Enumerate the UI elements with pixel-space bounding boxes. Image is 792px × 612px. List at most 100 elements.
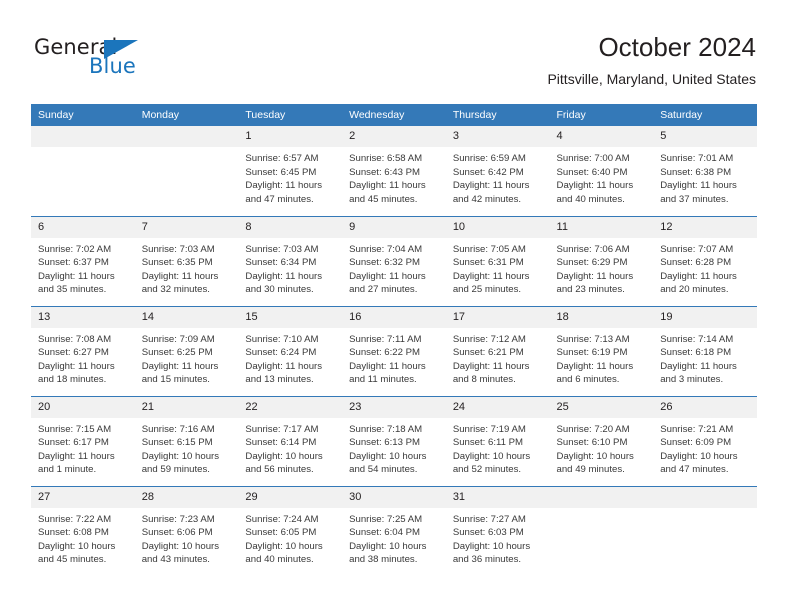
- day-number: 31: [445, 486, 550, 508]
- day-sunset-text: Sunset: 6:03 PM: [452, 527, 524, 539]
- calendar-day-cell[interactable]: 3 Sunrise: 6:59 AM Sunset: 6:42 PM Daylight…: [445, 126, 550, 216]
- day-number: 25: [549, 396, 654, 418]
- day-number: [31, 126, 135, 147]
- day-sunset-text: Sunset: 6:15 PM: [141, 437, 213, 449]
- calendar-day-cell[interactable]: 17 Sunrise: 7:12 AM Sunset: 6:21 PM Dayligh…: [445, 305, 550, 396]
- calendar-day-cell[interactable]: 8 Sunrise: 7:03 AM Sunset: 6:34 PM Daylight…: [238, 215, 343, 306]
- day-number: 20: [31, 396, 135, 418]
- calendar-table: Sunday Monday Tuesday Wednesday Thursday…: [31, 104, 757, 576]
- calendar-day-cell[interactable]: 1 Sunrise: 6:57 AM Sunset: 6:45 PM Daylight…: [238, 126, 343, 216]
- day-sunrise-text: Sunrise: 6:57 AM: [245, 153, 319, 164]
- day-daylight-text: and 3 minutes.: [660, 374, 724, 386]
- day-sunset-text: Sunset: 6:42 PM: [452, 166, 524, 178]
- location-subtitle: Pittsville, Maryland, United States: [547, 71, 756, 87]
- day-sunrise-text: Sunrise: 7:16 AM: [141, 423, 215, 435]
- calendar-day-cell[interactable]: 9 Sunrise: 7:04 AM Sunset: 6:32 PM Daylight…: [342, 215, 446, 306]
- day-number: [653, 486, 757, 508]
- day-sunrise-text: Sunrise: 7:13 AM: [556, 333, 630, 345]
- day-sunset-text: Sunset: 6:40 PM: [556, 166, 628, 178]
- calendar-day-cell[interactable]: 18 Sunrise: 7:13 AM Sunset: 6:19 PM Dayligh…: [549, 305, 654, 396]
- calendar-day-cell-empty: [31, 126, 135, 216]
- calendar-day-cell[interactable]: 6 Sunrise: 7:02 AM Sunset: 6:37 PM Daylight…: [31, 215, 135, 306]
- day-daylight-text: and 45 minutes.: [38, 554, 107, 566]
- day-number: 7: [134, 216, 239, 238]
- day-daylight-text: and 32 minutes.: [141, 284, 210, 296]
- day-daylight-text: Daylight: 11 hours: [349, 180, 426, 192]
- calendar-day-cell[interactable]: 12 Sunrise: 7:07 AM Sunset: 6:28 PM Dayligh…: [653, 215, 757, 306]
- day-sun-info: Sunrise: 7:14 AM Sunset: 6:18 PM Daylight:…: [653, 328, 757, 387]
- day-number: 24: [445, 396, 550, 418]
- calendar-day-cell[interactable]: 7 Sunrise: 7:03 AM Sunset: 6:35 PM Daylight…: [134, 215, 239, 306]
- calendar-day-cell[interactable]: 14 Sunrise: 7:09 AM Sunset: 6:25 PM Dayligh…: [134, 305, 239, 396]
- calendar-day-cell[interactable]: 26 Sunrise: 7:21 AM Sunset: 6:09 PM Dayligh…: [653, 395, 757, 486]
- calendar-day-cell[interactable]: 15 Sunrise: 7:10 AM Sunset: 6:24 PM Dayligh…: [238, 305, 343, 396]
- calendar-day-cell[interactable]: 2 Sunrise: 6:58 AM Sunset: 6:43 PM Daylight…: [342, 126, 446, 216]
- day-sunrise-text: Sunrise: 7:02 AM: [38, 243, 112, 255]
- day-daylight-text: Daylight: 10 hours: [141, 450, 220, 462]
- calendar-day-cell-empty: [134, 126, 239, 216]
- calendar-day-cell[interactable]: 30 Sunrise: 7:25 AM Sunset: 6:04 PM Dayligh…: [342, 485, 446, 576]
- calendar-day-cell-empty: [653, 485, 757, 576]
- calendar-day-cell[interactable]: 24 Sunrise: 7:19 AM Sunset: 6:11 PM Dayligh…: [445, 395, 550, 486]
- calendar-day-cell[interactable]: 19 Sunrise: 7:14 AM Sunset: 6:18 PM Dayligh…: [653, 305, 757, 396]
- day-sun-info: Sunrise: 6:57 AM Sunset: 6:45 PM Daylight:…: [238, 147, 342, 206]
- calendar-day-cell[interactable]: 28 Sunrise: 7:23 AM Sunset: 6:06 PM Dayligh…: [134, 485, 239, 576]
- day-sunset-text: Sunset: 6:28 PM: [660, 257, 732, 269]
- day-daylight-text: and 8 minutes.: [452, 374, 516, 386]
- day-sun-info: Sunrise: 7:25 AM Sunset: 6:04 PM Daylight:…: [342, 508, 446, 567]
- general-blue-logo[interactable]: General Blue: [34, 36, 204, 84]
- day-number: 11: [549, 216, 654, 238]
- day-number: 19: [653, 306, 757, 328]
- calendar-day-cell[interactable]: 22 Sunrise: 7:17 AM Sunset: 6:14 PM Dayligh…: [238, 395, 343, 486]
- day-sun-info: Sunrise: 7:27 AM Sunset: 6:03 PM Daylight:…: [446, 508, 550, 567]
- day-sunrise-text: Sunrise: 7:07 AM: [660, 243, 734, 255]
- day-sun-info: Sunrise: 7:20 AM Sunset: 6:10 PM Daylight:…: [550, 418, 654, 477]
- day-number: 13: [31, 306, 135, 328]
- calendar-day-cell[interactable]: 31 Sunrise: 7:27 AM Sunset: 6:03 PM Dayligh…: [445, 485, 550, 576]
- day-daylight-text: and 6 minutes.: [556, 374, 620, 386]
- calendar-day-cell[interactable]: 11 Sunrise: 7:06 AM Sunset: 6:29 PM Dayligh…: [549, 215, 654, 306]
- day-number: 4: [549, 126, 654, 147]
- day-sunset-text: Sunset: 6:31 PM: [452, 257, 524, 269]
- calendar-day-cell[interactable]: 4 Sunrise: 7:00 AM Sunset: 6:40 PM Daylight…: [549, 126, 654, 216]
- calendar-day-cell[interactable]: 27 Sunrise: 7:22 AM Sunset: 6:08 PM Dayligh…: [31, 485, 135, 576]
- calendar-week-row: 1 Sunrise: 6:57 AM Sunset: 6:45 PM Daylight…: [31, 126, 757, 216]
- calendar-day-cell[interactable]: 13 Sunrise: 7:08 AM Sunset: 6:27 PM Dayligh…: [31, 305, 135, 396]
- day-number: 30: [342, 486, 446, 508]
- calendar-day-cell[interactable]: 29 Sunrise: 7:24 AM Sunset: 6:05 PM Dayligh…: [238, 485, 343, 576]
- calendar-day-cell[interactable]: 5 Sunrise: 7:01 AM Sunset: 6:38 PM Daylight…: [653, 126, 757, 216]
- day-sunrise-text: Sunrise: 7:06 AM: [556, 243, 630, 255]
- day-sunset-text: Sunset: 6:35 PM: [141, 257, 213, 269]
- calendar-day-cell[interactable]: 16 Sunrise: 7:11 AM Sunset: 6:22 PM Dayligh…: [342, 305, 446, 396]
- day-sunrise-text: Sunrise: 7:27 AM: [452, 513, 526, 525]
- day-daylight-text: and 13 minutes.: [245, 374, 314, 386]
- day-daylight-text: and 38 minutes.: [349, 554, 418, 566]
- day-sun-info: Sunrise: 6:59 AM Sunset: 6:42 PM Daylight:…: [446, 147, 550, 206]
- day-sun-info: Sunrise: 7:24 AM Sunset: 6:05 PM Daylight:…: [238, 508, 342, 567]
- day-sunrise-text: Sunrise: 7:19 AM: [452, 423, 526, 435]
- day-sunrise-text: Sunrise: 6:59 AM: [452, 153, 526, 164]
- calendar-day-cell[interactable]: 25 Sunrise: 7:20 AM Sunset: 6:10 PM Dayligh…: [549, 395, 654, 486]
- day-sunrise-text: Sunrise: 7:14 AM: [660, 333, 734, 345]
- day-daylight-text: and 40 minutes.: [245, 554, 314, 566]
- day-sunrise-text: Sunrise: 7:08 AM: [38, 333, 112, 345]
- day-sun-info: Sunrise: 7:17 AM Sunset: 6:14 PM Daylight:…: [238, 418, 342, 477]
- day-daylight-text: Daylight: 10 hours: [245, 540, 323, 552]
- day-sunrise-text: Sunrise: 7:05 AM: [452, 243, 526, 255]
- day-sun-info: Sunrise: 7:03 AM Sunset: 6:35 PM Daylight:…: [135, 238, 239, 297]
- day-sunset-text: Sunset: 6:38 PM: [660, 166, 732, 178]
- day-daylight-text: and 18 minutes.: [38, 374, 107, 386]
- day-daylight-text: Daylight: 11 hours: [452, 270, 530, 282]
- calendar-day-cell[interactable]: 20 Sunrise: 7:15 AM Sunset: 6:17 PM Dayligh…: [31, 395, 135, 486]
- calendar-week-row: 27 Sunrise: 7:22 AM Sunset: 6:08 PM Dayligh…: [31, 485, 757, 576]
- day-sunrise-text: Sunrise: 7:09 AM: [141, 333, 215, 345]
- day-sunset-text: Sunset: 6:06 PM: [141, 527, 213, 539]
- page-title: October 2024: [598, 32, 756, 62]
- day-daylight-text: Daylight: 11 hours: [38, 450, 115, 462]
- day-sun-info: Sunrise: 7:07 AM Sunset: 6:28 PM Daylight:…: [653, 238, 757, 297]
- day-sun-info: Sunrise: 7:12 AM Sunset: 6:21 PM Daylight:…: [446, 328, 550, 387]
- calendar-page: General Blue October 2024 Pittsville, Ma…: [0, 0, 792, 612]
- calendar-day-cell[interactable]: 23 Sunrise: 7:18 AM Sunset: 6:13 PM Dayligh…: [342, 395, 446, 486]
- calendar-day-cell[interactable]: 21 Sunrise: 7:16 AM Sunset: 6:15 PM Dayligh…: [134, 395, 239, 486]
- calendar-day-cell[interactable]: 10 Sunrise: 7:05 AM Sunset: 6:31 PM Dayligh…: [445, 215, 550, 306]
